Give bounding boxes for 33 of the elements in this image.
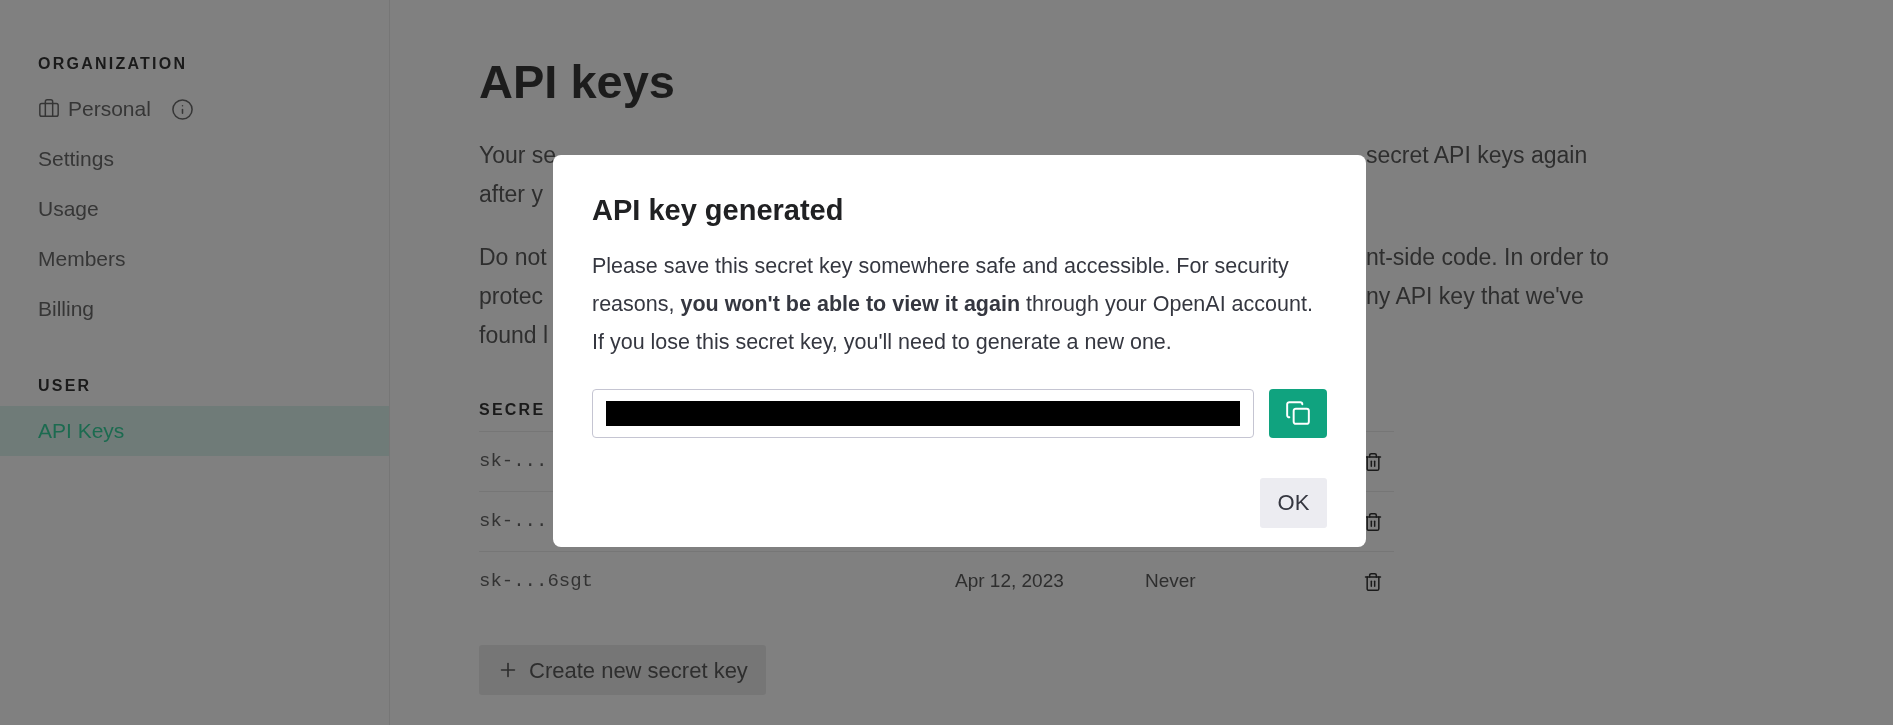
description-text: after y xyxy=(479,181,543,207)
description-text: secret API keys again xyxy=(1366,141,1588,170)
date-cell: Apr 12, 2023 xyxy=(955,570,1064,592)
briefcase-icon xyxy=(38,98,60,120)
create-key-button[interactable]: Create new secret key xyxy=(479,645,766,695)
description-text: ny API key that we've xyxy=(1366,282,1584,311)
section-heading: ORGANIZATION xyxy=(37,54,189,74)
copy-button[interactable] xyxy=(1269,388,1327,438)
dialog-title: API key generated xyxy=(592,193,844,228)
trash-icon[interactable] xyxy=(1363,451,1383,472)
trash-icon[interactable] xyxy=(1363,511,1383,532)
ok-button[interactable]: OK xyxy=(1260,477,1327,528)
description-text: Do not xyxy=(479,244,547,270)
copy-icon xyxy=(1285,400,1312,426)
sidebar-item[interactable]: Settings xyxy=(0,134,389,184)
column-header: SECRE xyxy=(479,400,546,420)
section-heading: USER xyxy=(37,376,93,396)
description-text: found l xyxy=(479,322,549,348)
last-used-cell: Never xyxy=(1145,570,1196,592)
key-cell-text: sk-...6sgt xyxy=(479,569,595,595)
description-text: protec xyxy=(479,283,543,309)
sidebar-item[interactable]: Personal xyxy=(0,84,389,134)
info-icon[interactable] xyxy=(170,97,194,121)
description-text: Your se xyxy=(479,142,557,168)
description-text: nt-side code. In order to xyxy=(1366,243,1609,272)
sidebar-item[interactable]: Billing xyxy=(0,284,389,334)
sidebar-item[interactable]: Usage xyxy=(0,184,389,234)
key-cell-text: sk-... xyxy=(479,509,549,535)
page-title: API keys xyxy=(479,54,675,110)
key-cell-text: sk-... xyxy=(479,449,549,475)
sidebar-item[interactable]: Members xyxy=(0,234,389,284)
secret-key-field[interactable] xyxy=(592,388,1255,438)
dialog-message: Please save this secret key somewhere safe and accessible. For security reasons, you won't be able to view it again through your OpenAI account. If you lose this secret key, you'll need to generate a new one. xyxy=(592,252,1314,356)
